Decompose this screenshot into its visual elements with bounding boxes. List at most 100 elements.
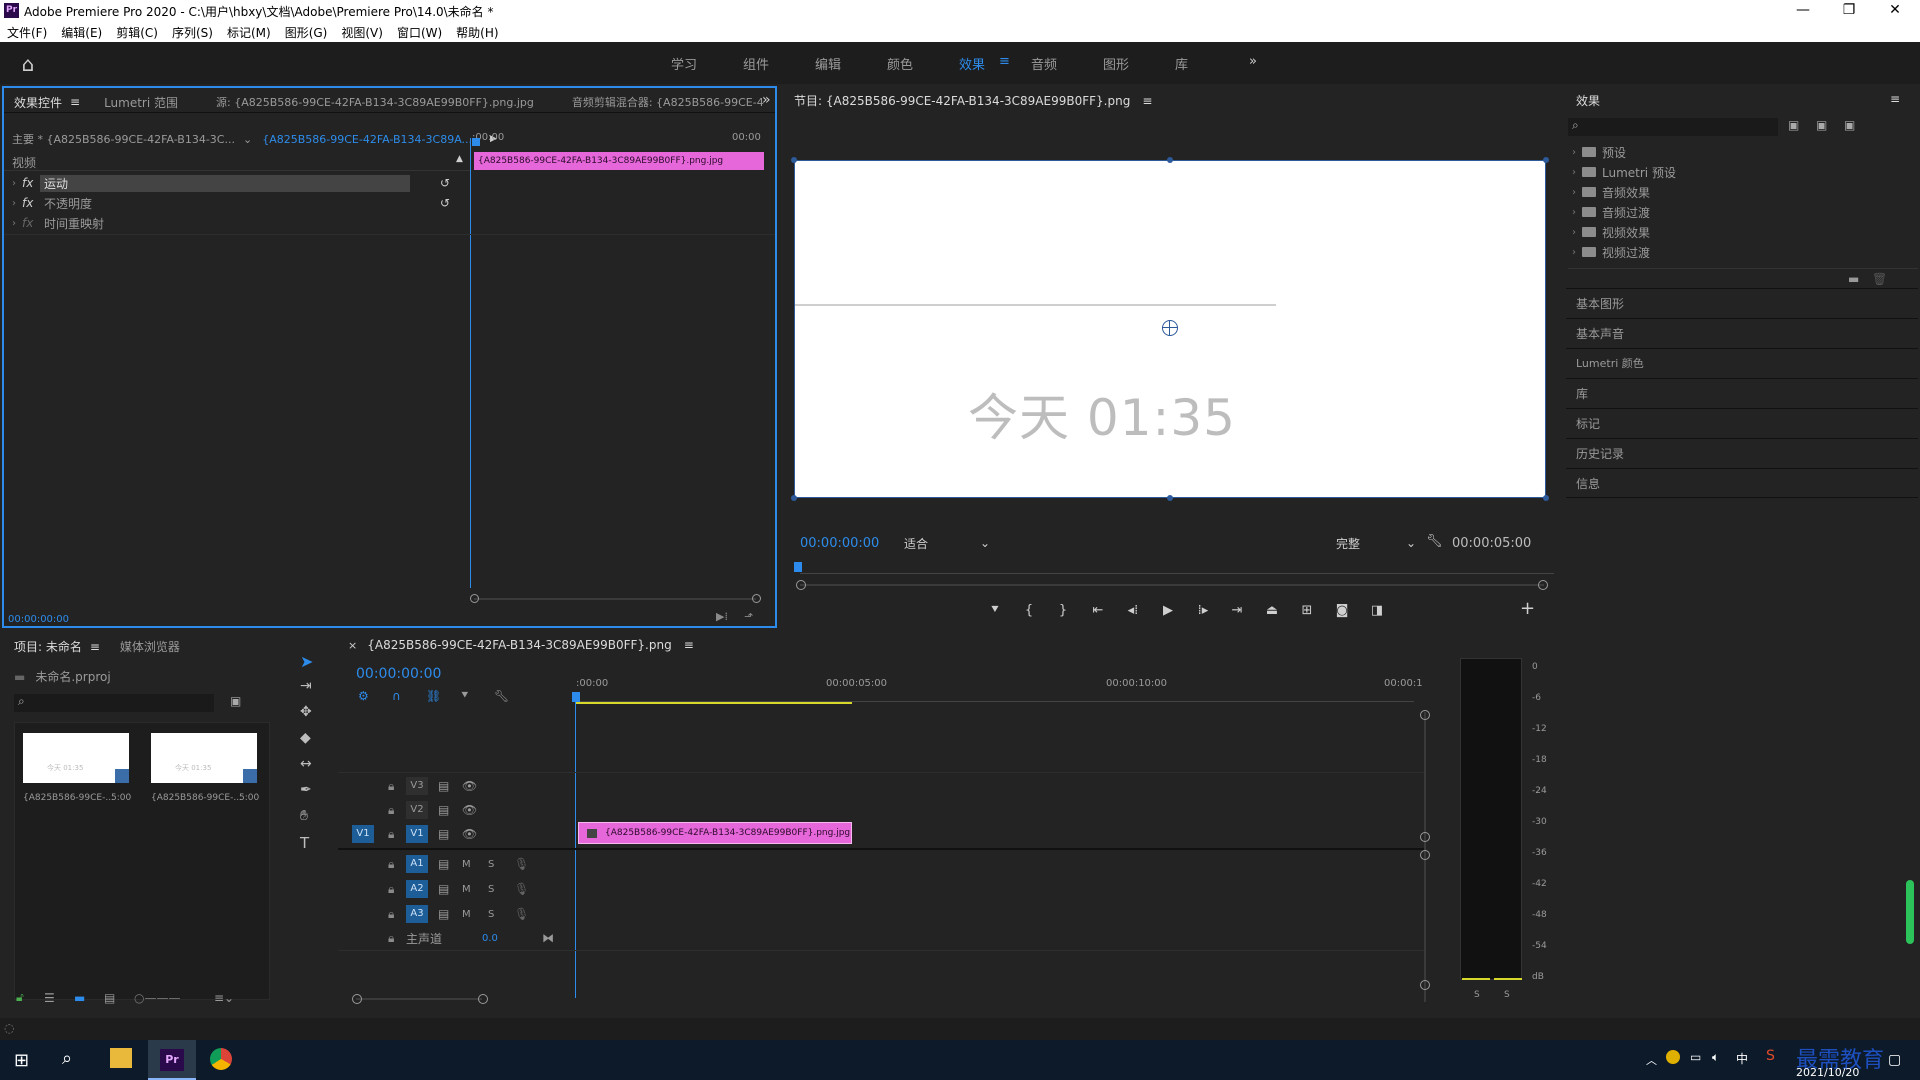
- tab-project[interactable]: 项目: 未命名: [14, 638, 82, 655]
- mute-button[interactable]: M: [462, 909, 488, 920]
- tab-media-browser[interactable]: 媒体浏览器: [120, 638, 180, 655]
- master-volume-value[interactable]: 0.0: [482, 933, 542, 944]
- effects-panel-title[interactable]: 效果: [1576, 92, 1600, 109]
- chrome-icon[interactable]: [210, 1048, 232, 1070]
- ec-zoom-scrollbar[interactable]: [474, 598, 756, 600]
- step-forward-icon[interactable]: ⁞▸: [1186, 603, 1220, 618]
- add-marker-icon[interactable]: ⯆: [460, 688, 494, 703]
- workspace-libraries[interactable]: 库: [1175, 54, 1188, 73]
- track-label[interactable]: A2: [406, 880, 428, 898]
- timeline-horizontal-scrollbar[interactable]: [356, 998, 482, 1000]
- project-item-name[interactable]: {A825B586-99CE-...: [151, 793, 242, 803]
- panel-menu-icon[interactable]: ≡: [70, 95, 80, 109]
- comparison-view-icon[interactable]: ◨: [1360, 603, 1394, 618]
- list-view-icon[interactable]: ☰: [44, 991, 74, 1005]
- work-area-bar[interactable]: [576, 702, 852, 704]
- project-item-name[interactable]: {A825B586-99CE-...: [23, 793, 114, 803]
- lock-icon[interactable]: 🔒︎: [388, 803, 406, 818]
- freeform-view-icon[interactable]: ▤: [104, 991, 134, 1005]
- workspace-color[interactable]: 颜色: [887, 54, 913, 73]
- playback-resolution-dropdown[interactable]: 完整 ⌄: [1336, 534, 1416, 552]
- timeline-playhead[interactable]: [572, 692, 580, 702]
- ec-effect-time-remap[interactable]: › fx 时间重映射: [12, 214, 468, 232]
- menu-edit[interactable]: 编辑(E): [61, 24, 102, 41]
- delete-icon[interactable]: 🗑︎: [1872, 272, 1887, 286]
- lock-icon[interactable]: 🔒︎: [388, 857, 406, 872]
- program-playhead[interactable]: [794, 562, 802, 572]
- project-search-input[interactable]: [14, 694, 214, 712]
- microphone-icon[interactable]: 🎙︎: [514, 857, 529, 871]
- track-select-tool-icon[interactable]: ⇥: [300, 678, 312, 694]
- menu-view[interactable]: 视图(V): [341, 24, 383, 41]
- network-icon[interactable]: ▭: [1690, 1050, 1701, 1064]
- tab-lumetri-scopes[interactable]: Lumetri 范围: [104, 94, 178, 111]
- project-item-thumb[interactable]: 今天 01:35: [23, 733, 129, 783]
- folder-audio-transitions[interactable]: › 音频过渡: [1572, 202, 1912, 222]
- fx-icon[interactable]: fx: [22, 196, 40, 210]
- slip-tool-icon[interactable]: ↔: [300, 756, 312, 772]
- tray-chevron-icon[interactable]: ︿: [1646, 1052, 1657, 1068]
- microphone-icon[interactable]: 🎙︎: [514, 882, 529, 896]
- workspace-graphics[interactable]: 图形: [1103, 54, 1129, 73]
- hand-tool-icon[interactable]: ✋︎: [300, 808, 308, 824]
- workspace-menu-icon[interactable]: ≡: [999, 54, 1010, 69]
- mute-button[interactable]: M: [462, 884, 488, 895]
- panel-menu-icon[interactable]: ≡: [1890, 92, 1900, 106]
- ec-timecode[interactable]: 00:00:00:00: [8, 614, 69, 625]
- menu-markers[interactable]: 标记(M): [227, 24, 271, 41]
- tab-source[interactable]: 源: {A825B586-99CE-42FA-B134-3C89AE99B0FF…: [216, 94, 534, 110]
- meter-solo-right-button[interactable]: S: [1504, 990, 1510, 1000]
- icon-view-icon[interactable]: ▬: [74, 991, 104, 1005]
- anchor-point-icon[interactable]: [1162, 320, 1178, 336]
- section-essential-graphics[interactable]: 基本图形: [1566, 288, 1918, 318]
- scroll-up-icon[interactable]: ▲: [456, 154, 463, 164]
- fx-icon[interactable]: fx: [22, 176, 40, 190]
- linked-selection-icon[interactable]: ⛓︎: [426, 689, 460, 703]
- panel-menu-icon[interactable]: ≡: [90, 640, 100, 654]
- solo-button[interactable]: S: [488, 884, 514, 895]
- folder-video-effects[interactable]: › 视频效果: [1572, 222, 1912, 242]
- thumbnail-size-slider[interactable]: ○———: [134, 991, 214, 1005]
- folder-presets[interactable]: › 预设: [1572, 142, 1912, 162]
- menu-file[interactable]: 文件(F): [7, 24, 47, 41]
- restore-icon[interactable]: ❐: [1826, 0, 1872, 22]
- mark-in-icon[interactable]: {: [1012, 603, 1046, 618]
- menu-help[interactable]: 帮助(H): [456, 24, 498, 41]
- yuv-effects-icon[interactable]: ▣: [1844, 118, 1855, 132]
- go-to-end-icon[interactable]: ⧓: [542, 931, 554, 945]
- extract-icon[interactable]: ⊞: [1290, 603, 1324, 618]
- timeline-settings-icon[interactable]: 🔧︎: [494, 689, 528, 703]
- ec-effect-motion[interactable]: › fx 运动 ↺: [12, 174, 468, 192]
- ec-export-icon[interactable]: ⬏: [744, 610, 753, 623]
- step-back-icon[interactable]: ◂⁞: [1116, 603, 1150, 618]
- master-clip-label[interactable]: 主要 * {A825B586-99CE-42FA-B134-3C...: [12, 131, 235, 147]
- section-info[interactable]: 信息: [1566, 468, 1918, 498]
- go-to-out-icon[interactable]: ⇥: [1220, 603, 1254, 618]
- section-lumetri-color[interactable]: Lumetri 颜色: [1566, 348, 1918, 378]
- track-label[interactable]: V2: [406, 801, 428, 819]
- sync-lock-icon[interactable]: ▤: [438, 827, 462, 841]
- 32bit-effects-icon[interactable]: ▣: [1816, 118, 1827, 132]
- sync-lock-icon[interactable]: ▤: [438, 857, 462, 871]
- source-patch-v1[interactable]: V1: [352, 825, 374, 843]
- transform-handle[interactable]: [1543, 495, 1549, 501]
- track-label[interactable]: A1: [406, 855, 428, 873]
- type-tool-icon[interactable]: T: [300, 834, 309, 852]
- ime-icon[interactable]: 中: [1736, 1050, 1748, 1067]
- section-essential-sound[interactable]: 基本声音: [1566, 318, 1918, 348]
- sync-lock-icon[interactable]: ▤: [438, 803, 462, 817]
- reset-icon[interactable]: ↺: [440, 176, 450, 190]
- transform-handle[interactable]: [791, 495, 797, 501]
- ec-clip-bar[interactable]: {A825B586-99CE-42FA-B134-3C89AE99B0FF}.p…: [474, 152, 764, 170]
- reset-icon[interactable]: ↺: [440, 196, 450, 210]
- workspace-effects[interactable]: 效果: [959, 54, 985, 73]
- add-button-icon[interactable]: +: [1520, 598, 1535, 619]
- ec-playhead[interactable]: [472, 138, 480, 146]
- transform-handle[interactable]: [791, 157, 797, 163]
- notification-icon[interactable]: ▢: [1888, 1052, 1901, 1068]
- razor-tool-icon[interactable]: ◆: [300, 730, 311, 746]
- go-to-in-icon[interactable]: ⇤: [1080, 603, 1116, 618]
- program-time-ruler[interactable]: [800, 564, 1554, 574]
- solo-button[interactable]: S: [488, 859, 514, 870]
- timeline-timecode[interactable]: 00:00:00:00: [356, 666, 441, 682]
